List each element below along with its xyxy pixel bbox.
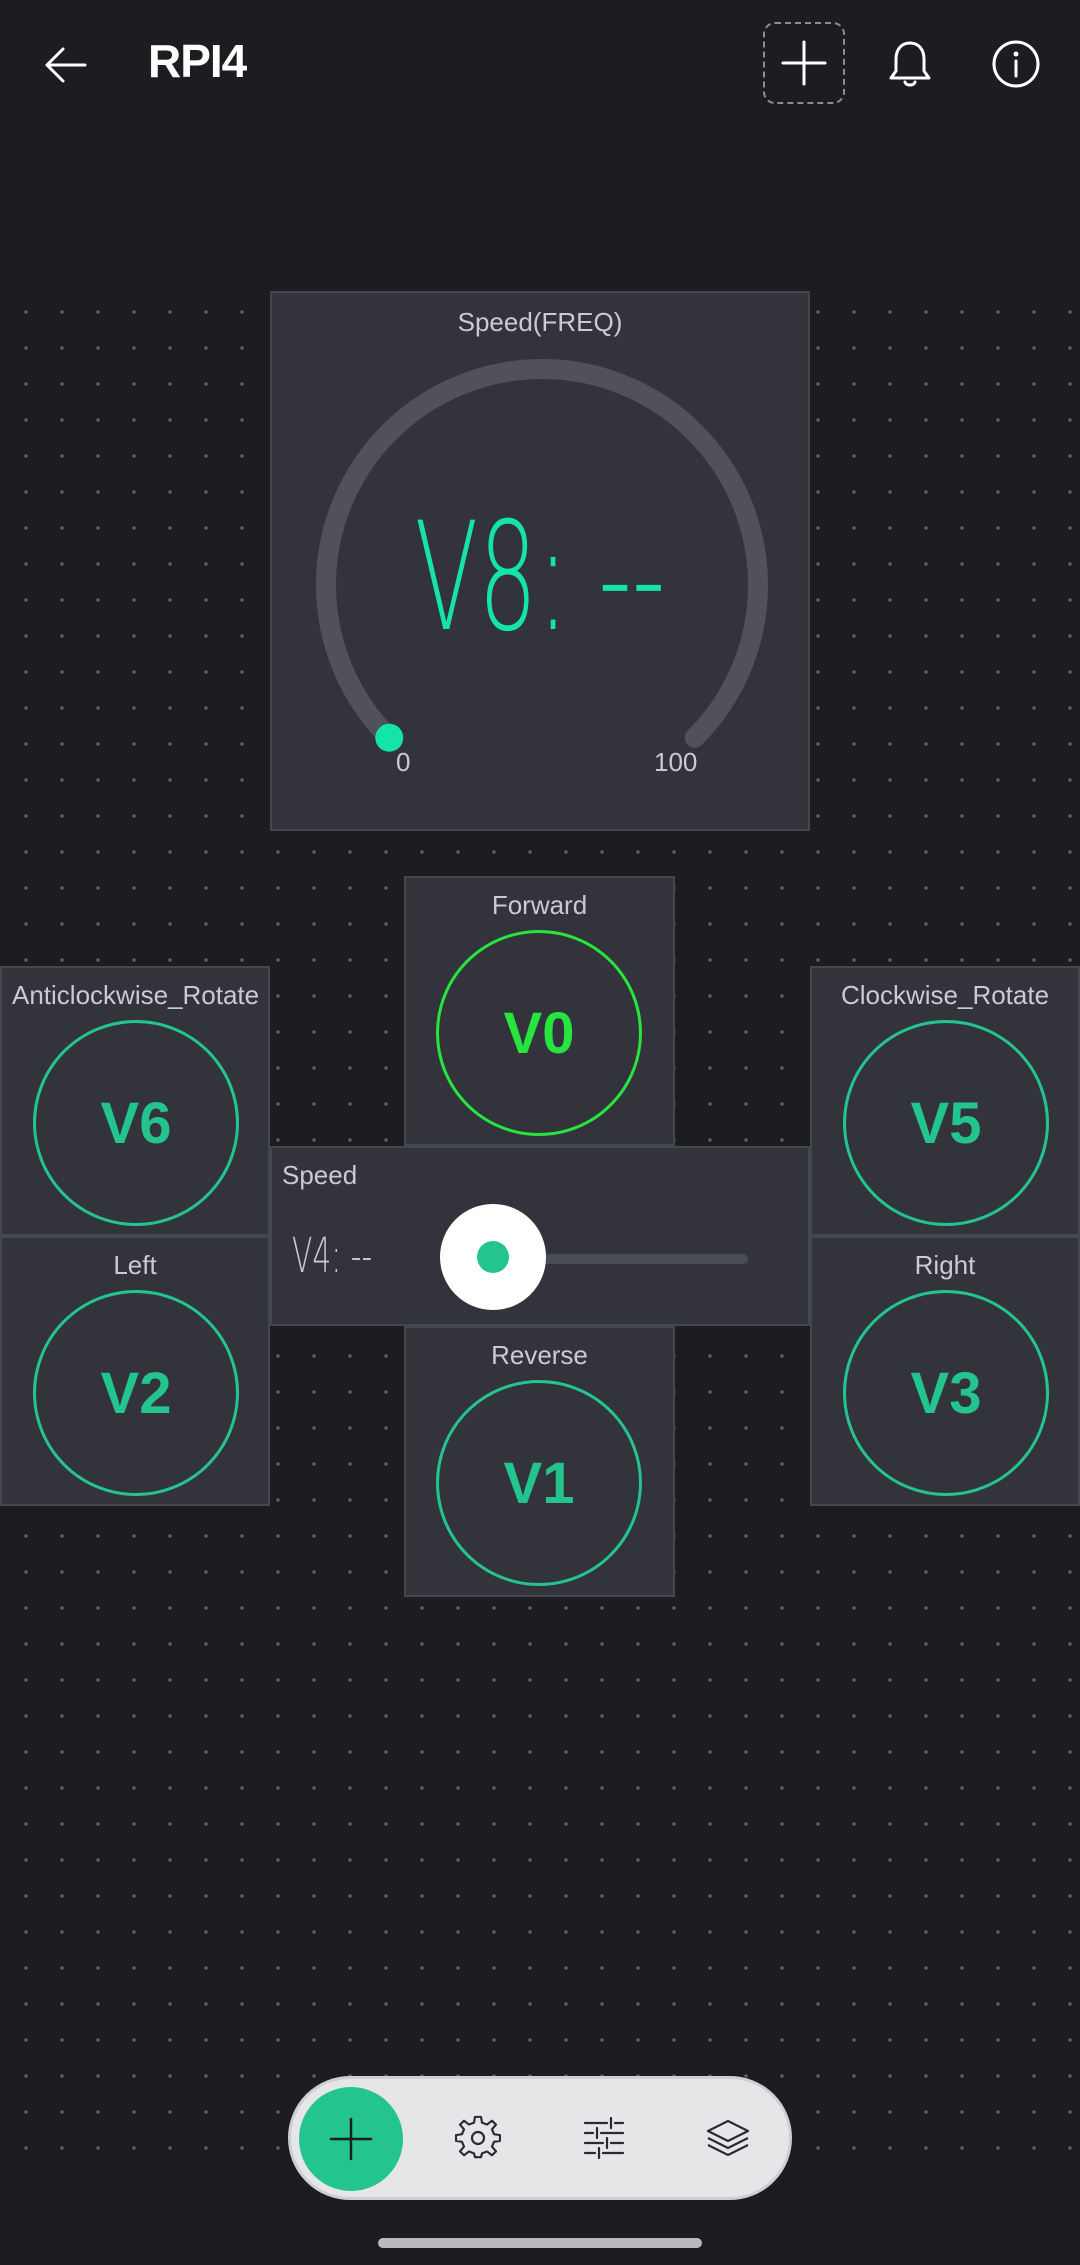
right-label: Right (914, 1250, 976, 1280)
gear-icon (455, 2115, 501, 2159)
slider-value: V4: -- (292, 1228, 373, 1284)
clockwise-widget: Clockwise_Rotate V5 (810, 966, 1080, 1236)
bell-icon (889, 41, 931, 87)
left-widget: Left V2 (0, 1236, 270, 1506)
gauge-max-label: 100 (654, 747, 698, 777)
speed-gauge-widget[interactable]: Speed(FREQ) V8: -- 0 100 (270, 291, 810, 831)
forward-label: Forward (491, 890, 588, 920)
anticlockwise-widget: Anticlockwise_Rotate V6 (0, 966, 270, 1236)
reverse-label: Reverse (491, 1340, 588, 1370)
slider-handle[interactable] (440, 1204, 546, 1310)
left-label: Left (113, 1250, 157, 1280)
slider-label: Speed (282, 1160, 358, 1190)
app-header: RPI4 (0, 0, 1080, 128)
bottom-toolbar (288, 2076, 792, 2200)
back-button[interactable] (30, 30, 100, 100)
gauge-value: V8: -- (414, 491, 666, 665)
notifications-button[interactable] (875, 26, 945, 102)
toolbar-sliders-button[interactable] (571, 2105, 637, 2171)
arrow-left-icon (45, 47, 87, 83)
speed-slider-widget: Speed V4: -- (270, 1146, 810, 1326)
slider-handle-dot (477, 1241, 509, 1273)
anticlockwise-label: Anticlockwise_Rotate (12, 980, 260, 1010)
plus-icon (329, 2117, 373, 2161)
forward-button[interactable]: V0 (436, 930, 642, 1136)
anticlockwise-rotate-button[interactable]: V6 (33, 1020, 239, 1226)
gauge-min-label: 0 (396, 747, 411, 777)
right-button[interactable]: V3 (843, 1290, 1049, 1496)
clockwise-label: Clockwise_Rotate (840, 980, 1050, 1010)
toolbar-add-button[interactable] (299, 2087, 403, 2191)
add-widget-button[interactable] (763, 22, 845, 104)
reverse-button[interactable]: V1 (436, 1380, 642, 1586)
plus-icon (781, 40, 827, 86)
clockwise-rotate-button[interactable]: V5 (843, 1020, 1049, 1226)
info-button[interactable] (978, 26, 1054, 102)
toolbar-settings-button[interactable] (445, 2105, 511, 2171)
reverse-widget: Reverse V1 (404, 1326, 675, 1597)
home-indicator (378, 2238, 702, 2248)
right-widget: Right V3 (810, 1236, 1080, 1506)
forward-widget: Forward V0 (404, 876, 675, 1146)
layers-icon (706, 2119, 750, 2157)
info-icon (992, 40, 1040, 88)
page-title: RPI4 (148, 35, 247, 87)
toolbar-layers-button[interactable] (695, 2105, 761, 2171)
left-button[interactable]: V2 (33, 1290, 239, 1496)
sliders-icon (583, 2116, 625, 2160)
